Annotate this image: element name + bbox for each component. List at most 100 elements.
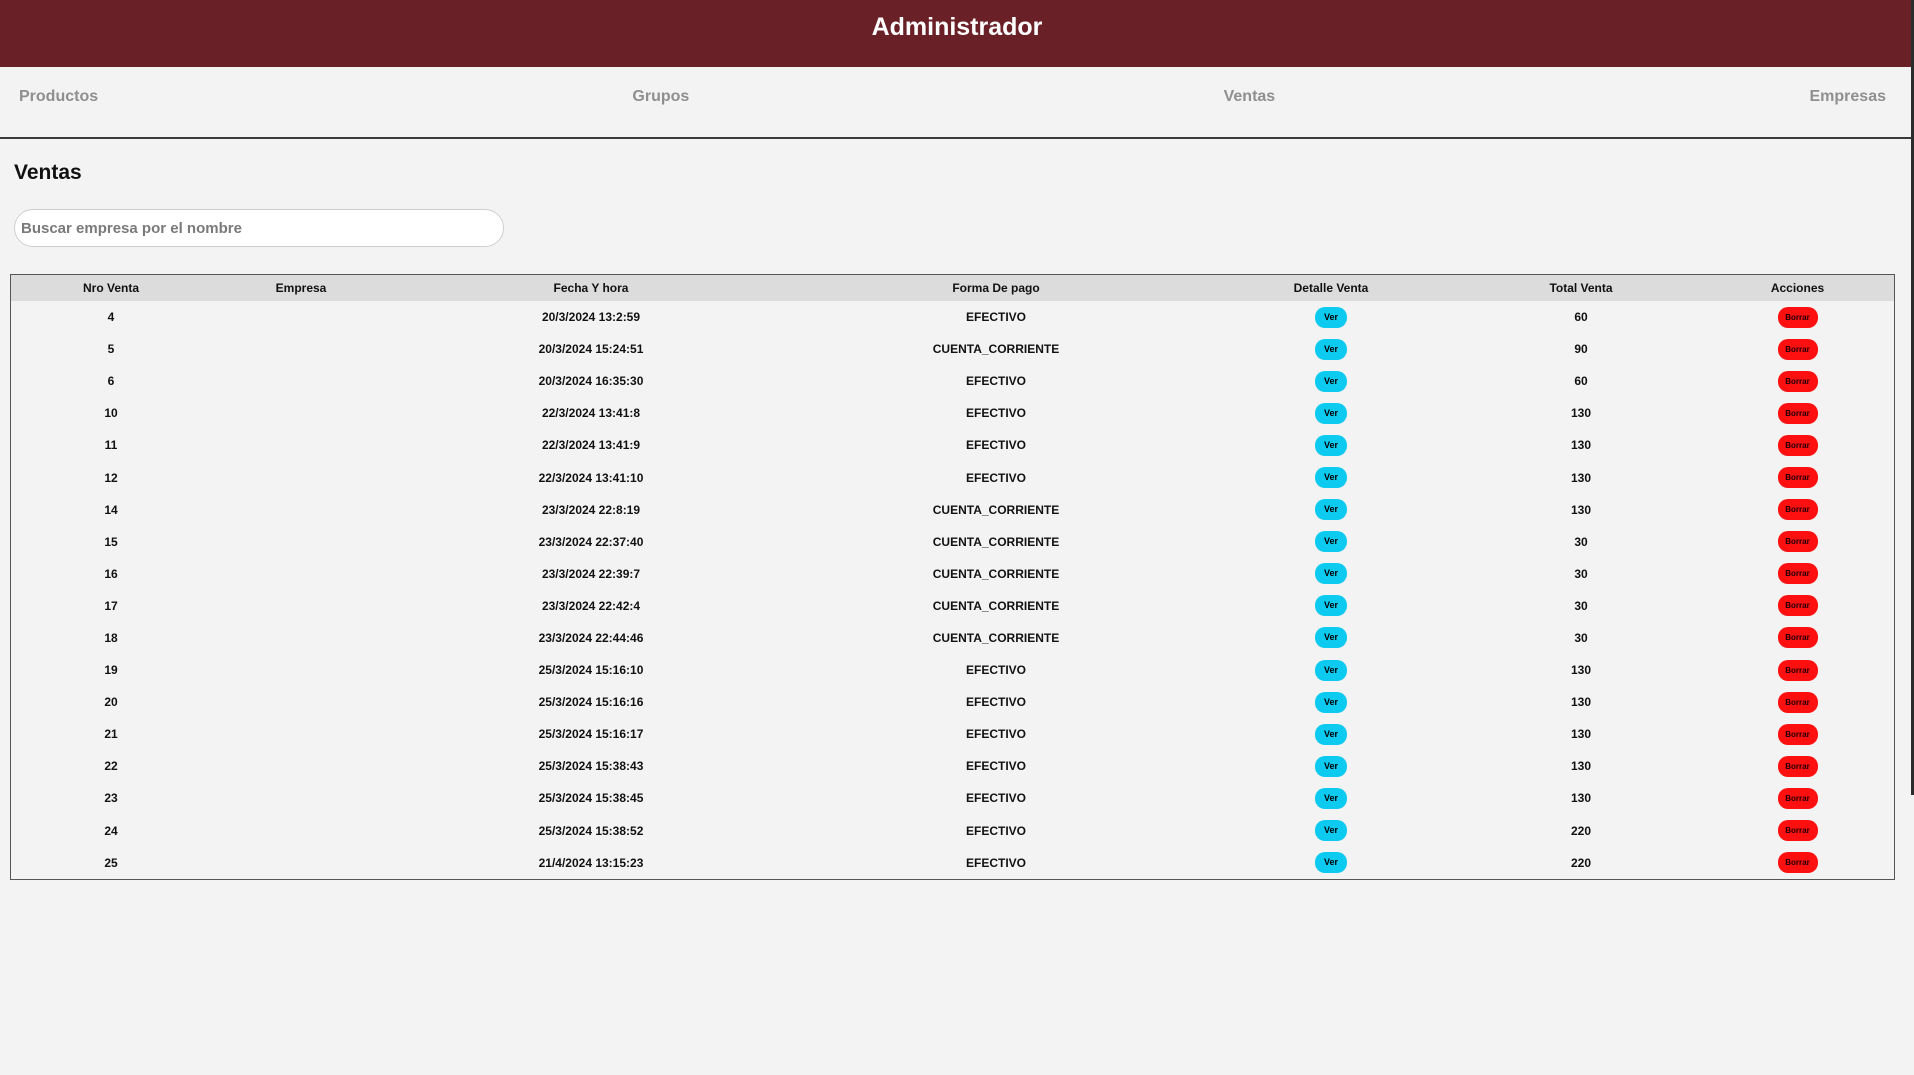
borrar-button[interactable]: Borrar: [1777, 499, 1818, 521]
ver-detail-button[interactable]: Ver: [1315, 627, 1347, 649]
borrar-button[interactable]: Borrar: [1777, 723, 1818, 745]
cell-forma-pago: CUENTA_CORRIENTE: [932, 566, 1060, 581]
column-header-forma-pago: Forma De pago: [952, 281, 1040, 295]
borrar-button[interactable]: Borrar: [1777, 820, 1818, 842]
cell-acciones: Borrar: [1701, 847, 1894, 879]
table-row: 12 22/3/2024 13:41:10 EFECTIVO Ver 130 Borrar: [11, 461, 1894, 493]
cell-nro-venta: 11: [104, 438, 118, 453]
table-row: 10 22/3/2024 13:41:8 EFECTIVO Ver 130 Borrar: [11, 397, 1894, 429]
cell-total: 30: [1574, 598, 1588, 613]
cell-empresa: [211, 590, 391, 622]
cell-forma-pago: EFECTIVO: [965, 695, 1026, 710]
column-header-acciones: Acciones: [1770, 281, 1825, 295]
cell-acciones: Borrar: [1701, 558, 1894, 590]
borrar-button[interactable]: Borrar: [1777, 659, 1818, 681]
ver-detail-button[interactable]: Ver: [1315, 659, 1347, 681]
borrar-button[interactable]: Borrar: [1777, 563, 1818, 585]
cell-detalle: Ver: [1201, 429, 1461, 461]
cell-detalle: Ver: [1201, 526, 1461, 558]
table-row: 17 23/3/2024 22:42:4 CUENTA_CORRIENTE Ver 30…: [11, 590, 1894, 622]
cell-empresa: [211, 622, 391, 654]
cell-forma-pago: CUENTA_CORRIENTE: [932, 630, 1060, 645]
nav-link-grupos[interactable]: Grupos: [632, 88, 689, 106]
cell-total: 30: [1574, 630, 1588, 645]
cell-empresa: [211, 494, 391, 526]
ver-detail-button[interactable]: Ver: [1315, 402, 1347, 424]
main-nav: Productos Grupos Ventas Empresas: [0, 67, 1914, 139]
cell-fecha: 20/3/2024 15:24:51: [538, 342, 644, 357]
cell-fecha: 22/3/2024 13:41:9: [541, 438, 641, 453]
cell-empresa: [211, 654, 391, 686]
cell-nro-venta: 5: [107, 342, 115, 357]
cell-fecha: 25/3/2024 15:38:45: [538, 791, 644, 806]
borrar-button[interactable]: Borrar: [1777, 595, 1818, 617]
search-input[interactable]: [14, 209, 504, 247]
cell-nro-venta: 12: [104, 470, 118, 485]
cell-nro-venta: 14: [104, 502, 118, 517]
ver-detail-button[interactable]: Ver: [1315, 820, 1347, 842]
nav-link-empresas[interactable]: Empresas: [1810, 88, 1887, 106]
cell-fecha: 22/3/2024 13:41:8: [541, 406, 641, 421]
cell-empresa: [211, 526, 391, 558]
ver-detail-button[interactable]: Ver: [1315, 467, 1347, 489]
cell-total: 130: [1570, 502, 1592, 517]
ver-detail-button[interactable]: Ver: [1315, 723, 1347, 745]
cell-total: 130: [1570, 438, 1592, 453]
cell-nro-venta: 21: [104, 727, 118, 742]
cell-nro-venta: 17: [104, 598, 118, 613]
borrar-button[interactable]: Borrar: [1777, 467, 1818, 489]
cell-forma-pago: EFECTIVO: [965, 727, 1026, 742]
column-header-nro-venta: Nro Venta: [82, 281, 139, 295]
borrar-button[interactable]: Borrar: [1777, 306, 1818, 328]
borrar-button[interactable]: Borrar: [1777, 627, 1818, 649]
table-row: 4 20/3/2024 13:2:59 EFECTIVO Ver 60 Borrar: [11, 301, 1894, 333]
cell-acciones: Borrar: [1701, 590, 1894, 622]
ver-detail-button[interactable]: Ver: [1315, 595, 1347, 617]
ver-detail-button[interactable]: Ver: [1315, 531, 1347, 553]
cell-detalle: Ver: [1201, 750, 1461, 782]
cell-detalle: Ver: [1201, 622, 1461, 654]
cell-acciones: Borrar: [1701, 365, 1894, 397]
borrar-button[interactable]: Borrar: [1777, 338, 1818, 360]
ver-detail-button[interactable]: Ver: [1315, 370, 1347, 392]
ver-detail-button[interactable]: Ver: [1315, 852, 1347, 874]
ver-detail-button[interactable]: Ver: [1315, 563, 1347, 585]
cell-detalle: Ver: [1201, 847, 1461, 879]
ver-detail-button[interactable]: Ver: [1315, 755, 1347, 777]
cell-empresa: [211, 686, 391, 718]
cell-acciones: Borrar: [1701, 815, 1894, 847]
ver-detail-button[interactable]: Ver: [1315, 434, 1347, 456]
column-header-total: Total Venta: [1549, 281, 1613, 295]
cell-fecha: 20/3/2024 13:2:59: [541, 310, 641, 325]
cell-total: 130: [1570, 406, 1592, 421]
table-row: 22 25/3/2024 15:38:43 EFECTIVO Ver 130 Borrar: [11, 750, 1894, 782]
borrar-button[interactable]: Borrar: [1777, 531, 1818, 553]
table-row: 11 22/3/2024 13:41:9 EFECTIVO Ver 130 Borrar: [11, 429, 1894, 461]
borrar-button[interactable]: Borrar: [1777, 370, 1818, 392]
borrar-button[interactable]: Borrar: [1777, 852, 1818, 874]
cell-fecha: 25/3/2024 15:38:52: [538, 823, 644, 838]
cell-nro-venta: 20: [104, 695, 118, 710]
cell-total: 130: [1570, 791, 1592, 806]
ver-detail-button[interactable]: Ver: [1315, 499, 1347, 521]
cell-fecha: 23/3/2024 22:44:46: [538, 630, 644, 645]
ver-detail-button[interactable]: Ver: [1315, 338, 1347, 360]
cell-acciones: Borrar: [1701, 494, 1894, 526]
ver-detail-button[interactable]: Ver: [1315, 306, 1347, 328]
cell-fecha: 25/3/2024 15:16:17: [538, 727, 644, 742]
borrar-button[interactable]: Borrar: [1777, 402, 1818, 424]
table-row: 21 25/3/2024 15:16:17 EFECTIVO Ver 130 Borrar: [11, 718, 1894, 750]
cell-total: 30: [1574, 566, 1588, 581]
borrar-button[interactable]: Borrar: [1777, 691, 1818, 713]
borrar-button[interactable]: Borrar: [1777, 434, 1818, 456]
ver-detail-button[interactable]: Ver: [1315, 787, 1347, 809]
cell-acciones: Borrar: [1701, 301, 1894, 333]
borrar-button[interactable]: Borrar: [1777, 787, 1818, 809]
nav-link-ventas[interactable]: Ventas: [1224, 88, 1276, 106]
cell-empresa: [211, 365, 391, 397]
cell-acciones: Borrar: [1701, 686, 1894, 718]
cell-empresa: [211, 718, 391, 750]
ver-detail-button[interactable]: Ver: [1315, 691, 1347, 713]
nav-link-productos[interactable]: Productos: [19, 88, 98, 106]
borrar-button[interactable]: Borrar: [1777, 755, 1818, 777]
